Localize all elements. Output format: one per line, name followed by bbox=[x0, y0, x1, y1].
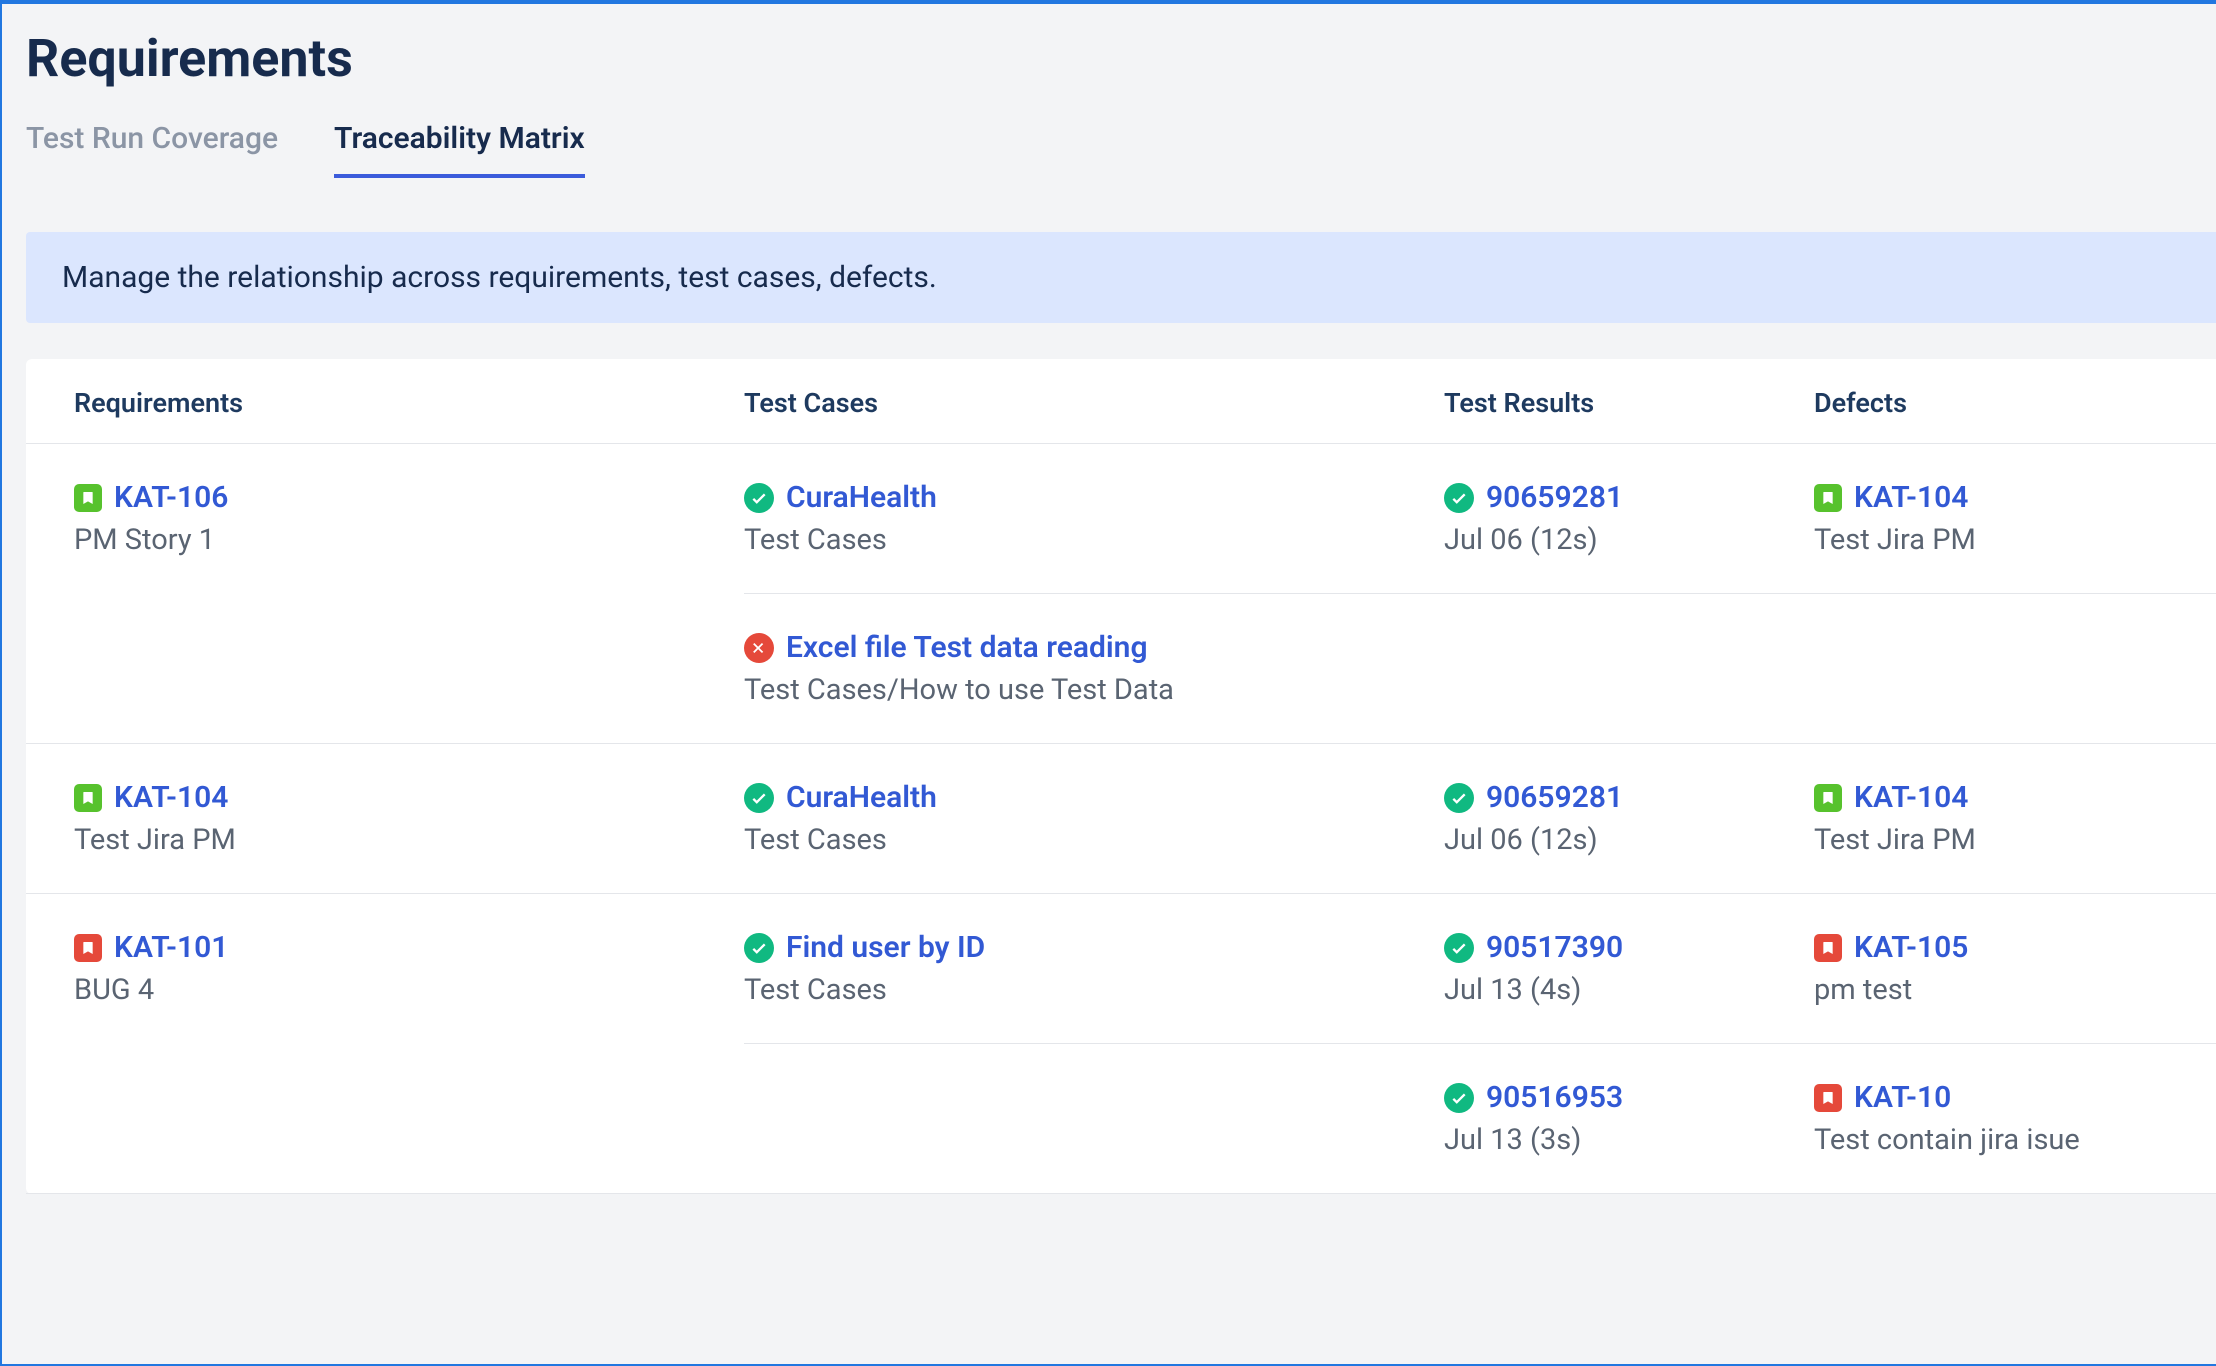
test-case-path: Test Cases bbox=[744, 523, 1444, 557]
table-row: 90516953 Jul 13 (3s) KAT-10 Test contain… bbox=[26, 1044, 2216, 1193]
column-test-results: Test Results bbox=[1444, 387, 1814, 419]
jira-issue-icon bbox=[1814, 784, 1842, 812]
status-pass-icon bbox=[1444, 783, 1474, 813]
jira-issue-icon bbox=[1814, 484, 1842, 512]
info-banner: Manage the relationship across requireme… bbox=[26, 232, 2216, 323]
page-title: Requirements bbox=[26, 28, 2216, 89]
test-result-link[interactable]: 90517390 bbox=[1486, 930, 1623, 965]
test-result-link[interactable]: 90659281 bbox=[1486, 780, 1623, 815]
defect-cell: KAT-10 Test contain jira isue bbox=[1814, 1044, 2168, 1193]
column-test-cases: Test Cases bbox=[744, 387, 1444, 419]
test-case-cell: CuraHealth Test Cases bbox=[744, 444, 1444, 593]
jira-issue-icon bbox=[1814, 1084, 1842, 1112]
defect-cell: KAT-105 pm test bbox=[1814, 894, 2168, 1043]
table-header-row: Requirements Test Cases Test Results Def… bbox=[26, 359, 2216, 444]
status-pass-icon bbox=[744, 933, 774, 963]
test-result-time: Jul 06 (12s) bbox=[1444, 523, 1814, 557]
test-case-path: Test Cases bbox=[744, 823, 1444, 857]
table-row-group: KAT-104 Test Jira PM CuraHealth Test Cas… bbox=[26, 744, 2216, 894]
test-case-link[interactable]: Find user by ID bbox=[786, 930, 985, 965]
jira-issue-icon bbox=[1814, 934, 1842, 962]
column-defects: Defects bbox=[1814, 387, 2168, 419]
test-result-time: Jul 13 (3s) bbox=[1444, 1123, 1814, 1157]
table-row: KAT-101 BUG 4 Find user by ID Test Cases… bbox=[26, 894, 2216, 1043]
test-case-link[interactable]: CuraHealth bbox=[786, 480, 937, 515]
requirement-desc: Test Jira PM bbox=[74, 823, 744, 857]
status-pass-icon bbox=[1444, 933, 1474, 963]
table-row-group: KAT-106 PM Story 1 CuraHealth Test Cases… bbox=[26, 444, 2216, 744]
defect-link[interactable]: KAT-10 bbox=[1854, 1080, 1951, 1115]
test-result-cell: 90517390 Jul 13 (4s) bbox=[1444, 894, 1814, 1043]
test-result-time: Jul 06 (12s) bbox=[1444, 823, 1814, 857]
test-result-link[interactable]: 90516953 bbox=[1486, 1080, 1623, 1115]
defect-desc: Test Jira PM bbox=[1814, 523, 2168, 557]
defect-desc: Test contain jira isue bbox=[1814, 1123, 2168, 1157]
defect-desc: pm test bbox=[1814, 973, 2168, 1007]
defect-link[interactable]: KAT-104 bbox=[1854, 780, 1968, 815]
requirement-link[interactable]: KAT-104 bbox=[114, 780, 228, 815]
test-case-path: Test Cases bbox=[744, 973, 1444, 1007]
test-result-cell: 90659281 Jul 06 (12s) bbox=[1444, 744, 1814, 893]
status-fail-icon bbox=[744, 633, 774, 663]
test-case-cell: Find user by ID Test Cases bbox=[744, 894, 1444, 1043]
traceability-table: Requirements Test Cases Test Results Def… bbox=[26, 359, 2216, 1194]
test-case-link[interactable]: Excel file Test data reading bbox=[786, 630, 1148, 665]
jira-issue-icon bbox=[74, 784, 102, 812]
table-row: Excel file Test data reading Test Cases/… bbox=[26, 594, 2216, 743]
requirement-desc: BUG 4 bbox=[74, 973, 744, 1007]
jira-issue-icon bbox=[74, 934, 102, 962]
requirement-cell: KAT-104 Test Jira PM bbox=[74, 744, 744, 893]
test-case-path: Test Cases/How to use Test Data bbox=[744, 673, 1444, 707]
test-case-cell: Excel file Test data reading Test Cases/… bbox=[744, 594, 1444, 743]
table-row: KAT-104 Test Jira PM CuraHealth Test Cas… bbox=[26, 744, 2216, 893]
defect-link[interactable]: KAT-104 bbox=[1854, 480, 1968, 515]
test-result-link[interactable]: 90659281 bbox=[1486, 480, 1623, 515]
test-case-cell: CuraHealth Test Cases bbox=[744, 744, 1444, 893]
test-result-cell: 90516953 Jul 13 (3s) bbox=[1444, 1044, 1814, 1193]
defect-cell: KAT-104 Test Jira PM bbox=[1814, 444, 2168, 593]
test-result-time: Jul 13 (4s) bbox=[1444, 973, 1814, 1007]
test-result-cell: 90659281 Jul 06 (12s) bbox=[1444, 444, 1814, 593]
tab-bar: Test Run Coverage Traceability Matrix bbox=[26, 121, 2216, 178]
page-container: Requirements Test Run Coverage Traceabil… bbox=[2, 4, 2216, 1194]
defect-link[interactable]: KAT-105 bbox=[1854, 930, 1968, 965]
requirement-cell: KAT-101 BUG 4 bbox=[74, 894, 744, 1043]
test-case-link[interactable]: CuraHealth bbox=[786, 780, 937, 815]
status-pass-icon bbox=[1444, 483, 1474, 513]
defect-cell: KAT-104 Test Jira PM bbox=[1814, 744, 2168, 893]
requirement-cell: KAT-106 PM Story 1 bbox=[74, 444, 744, 593]
table-row: KAT-106 PM Story 1 CuraHealth Test Cases… bbox=[26, 444, 2216, 593]
tab-traceability-matrix[interactable]: Traceability Matrix bbox=[334, 121, 585, 178]
tab-test-run-coverage[interactable]: Test Run Coverage bbox=[26, 121, 278, 178]
requirement-desc: PM Story 1 bbox=[74, 523, 744, 557]
status-pass-icon bbox=[1444, 1083, 1474, 1113]
requirement-link[interactable]: KAT-101 bbox=[114, 930, 228, 965]
jira-issue-icon bbox=[74, 484, 102, 512]
defect-desc: Test Jira PM bbox=[1814, 823, 2168, 857]
column-requirements: Requirements bbox=[74, 387, 744, 419]
table-row-group: KAT-101 BUG 4 Find user by ID Test Cases… bbox=[26, 894, 2216, 1194]
requirement-link[interactable]: KAT-106 bbox=[114, 480, 228, 515]
table-body: KAT-106 PM Story 1 CuraHealth Test Cases… bbox=[26, 444, 2216, 1194]
status-pass-icon bbox=[744, 483, 774, 513]
status-pass-icon bbox=[744, 783, 774, 813]
